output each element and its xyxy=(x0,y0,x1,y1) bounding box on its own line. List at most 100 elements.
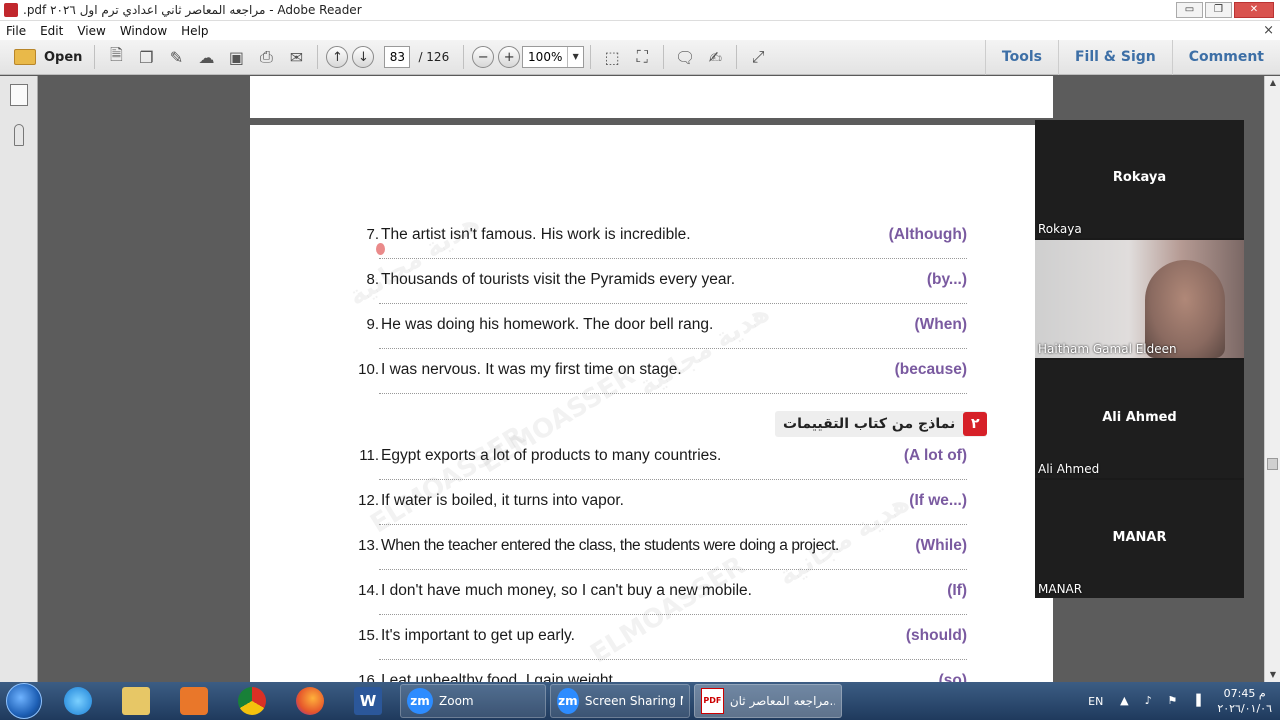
media-player-button[interactable] xyxy=(168,683,220,719)
exercise-number: 8. xyxy=(366,271,379,288)
answer-line xyxy=(379,569,967,570)
open-button[interactable]: Open xyxy=(8,44,88,70)
participant-center-name: Ali Ahmed xyxy=(1102,410,1177,425)
participant-center-name: Rokaya xyxy=(1112,170,1167,185)
exercise-hint: (If we...) xyxy=(909,492,967,509)
zoom-select[interactable]: 100% ▼ xyxy=(522,46,585,68)
taskbar-item-adobe-reader[interactable]: PDF مراجعه المعاصر ثان... xyxy=(694,684,842,718)
chrome-icon xyxy=(238,687,266,715)
zoom-out-button[interactable]: − xyxy=(472,46,495,68)
menu-bar: File Edit View Window Help × xyxy=(0,21,1280,40)
word-button[interactable]: W xyxy=(342,683,394,719)
exercise-item: 7. The artist isn't famous. His work is … xyxy=(355,226,967,271)
upload-cloud-icon[interactable]: ☁ xyxy=(193,44,219,70)
toolbar-right-panel: Tools Fill & Sign Comment xyxy=(984,40,1280,75)
fill-sign-button[interactable]: Fill & Sign xyxy=(1057,40,1172,75)
maximize-button[interactable]: ❐ xyxy=(1205,2,1232,18)
pdf-icon: PDF xyxy=(701,688,724,714)
participant-label: Ali Ahmed xyxy=(1038,462,1100,476)
answer-line xyxy=(379,393,967,394)
internet-explorer-button[interactable] xyxy=(52,683,104,719)
firefox-button[interactable] xyxy=(284,683,336,719)
participant-tile[interactable]: Rokaya Rokaya xyxy=(1035,120,1244,238)
create-pdf-icon[interactable]: 🗎 xyxy=(103,44,129,70)
exercise-number: 10. xyxy=(358,361,379,378)
zoom-value: 100% xyxy=(528,50,563,64)
exercise-hint: (should) xyxy=(905,627,967,644)
scroll-thumb[interactable] xyxy=(1267,458,1278,470)
page-number-input[interactable]: 83 xyxy=(384,46,411,68)
zoom-video-panel: Rokaya Rokaya Haitham Gamal Eldeen Ali A… xyxy=(1035,120,1244,598)
chrome-button[interactable] xyxy=(226,683,278,719)
fit-width-icon[interactable]: ⛶ xyxy=(629,44,655,70)
page-total: / 126 xyxy=(418,50,450,64)
vertical-scrollbar[interactable]: ▲ ▼ xyxy=(1264,76,1280,682)
network-icon[interactable]: ▐ xyxy=(1189,694,1203,708)
participant-tile[interactable]: Haitham Gamal Eldeen xyxy=(1035,240,1244,358)
language-indicator[interactable]: EN xyxy=(1088,695,1103,708)
toolbar-separator xyxy=(663,45,665,69)
scroll-down-arrow-icon[interactable]: ▼ xyxy=(1265,668,1280,682)
taskbar: W zm Zoom zm Screen Sharing M... PDF مرا… xyxy=(0,682,1280,720)
fit-page-icon[interactable]: ⬚ xyxy=(599,44,625,70)
exercise-sentence: The artist isn't famous. His work is inc… xyxy=(381,226,691,243)
action-center-icon[interactable]: ⚑ xyxy=(1165,694,1179,708)
exercise-hint: (so) xyxy=(938,672,967,682)
taskbar-item-screen-sharing[interactable]: zm Screen Sharing M... xyxy=(550,684,690,718)
exercise-number: 12. xyxy=(358,492,379,509)
sticky-note-icon[interactable]: 🗨 xyxy=(672,44,698,70)
minimize-button[interactable]: ▭ xyxy=(1176,2,1203,18)
exercise-item: 13. When the teacher entered the class, … xyxy=(355,537,967,582)
combine-files-icon[interactable]: ❐ xyxy=(133,44,159,70)
exercise-hint: (because) xyxy=(894,361,967,378)
tools-button[interactable]: Tools xyxy=(984,40,1058,75)
internet-explorer-icon xyxy=(64,687,92,715)
participant-tile[interactable]: Ali Ahmed Ali Ahmed xyxy=(1035,360,1244,478)
chevron-down-icon[interactable]: ▼ xyxy=(567,47,583,67)
zoom-in-button[interactable]: + xyxy=(498,46,521,68)
print-icon[interactable]: ⎙ xyxy=(253,44,279,70)
exercise-hint: (When) xyxy=(914,316,967,333)
menu-window[interactable]: Window xyxy=(120,24,167,38)
menu-edit[interactable]: Edit xyxy=(40,24,63,38)
word-icon: W xyxy=(354,687,382,715)
document-close-button[interactable]: × xyxy=(1263,23,1274,38)
exercise-number: 13. xyxy=(358,537,379,554)
menu-help[interactable]: Help xyxy=(181,24,208,38)
highlight-icon[interactable]: ✍ xyxy=(702,44,728,70)
menu-file[interactable]: File xyxy=(6,24,26,38)
taskbar-item-zoom[interactable]: zm Zoom xyxy=(400,684,546,718)
media-player-icon xyxy=(180,687,208,715)
email-icon[interactable]: ✉ xyxy=(283,44,309,70)
previous-page-button[interactable]: ↑ xyxy=(326,46,349,68)
attachments-icon[interactable] xyxy=(13,124,24,146)
clock[interactable]: 07:45 م ٢٠٢٦/٠١/٠٦ xyxy=(1217,686,1272,716)
clock-time: 07:45 م xyxy=(1223,687,1266,700)
page-thumbnails-icon[interactable] xyxy=(9,84,28,106)
exercise-sentence: It's important to get up early. xyxy=(381,627,575,644)
toolbar-separator xyxy=(463,45,465,69)
exercise-sentence: Egypt exports a lot of products to many … xyxy=(381,447,722,464)
exercise-item: 11. Egypt exports a lot of products to m… xyxy=(355,447,967,492)
close-button[interactable]: ✕ xyxy=(1234,2,1274,18)
edit-pdf-icon[interactable]: ✎ xyxy=(163,44,189,70)
toolbar-separator xyxy=(94,45,96,69)
participant-tile[interactable]: MANAR MANAR xyxy=(1035,480,1244,598)
show-hidden-icons-icon[interactable]: ▲ xyxy=(1117,694,1131,708)
participant-center-name: MANAR xyxy=(1112,530,1167,545)
navigation-pane xyxy=(0,76,38,682)
comment-button[interactable]: Comment xyxy=(1171,40,1280,75)
volume-icon[interactable]: ♪ xyxy=(1141,694,1155,708)
start-button[interactable] xyxy=(6,683,42,719)
expand-icon[interactable]: ⤢ xyxy=(745,44,771,70)
toolbar-separator xyxy=(590,45,592,69)
next-page-button[interactable]: ↓ xyxy=(352,46,375,68)
file-explorer-button[interactable] xyxy=(110,683,162,719)
exercise-number: 7. xyxy=(366,226,379,243)
pdf-page: هدية مجانية ELMOASSER هدية مجانية ELMOAS… xyxy=(250,125,1053,682)
exercise-hint: (Although) xyxy=(888,226,967,243)
save-icon[interactable]: ▣ xyxy=(223,44,249,70)
menu-view[interactable]: View xyxy=(77,24,105,38)
taskbar-item-label: Screen Sharing M... xyxy=(584,694,683,708)
scroll-up-arrow-icon[interactable]: ▲ xyxy=(1265,76,1280,90)
